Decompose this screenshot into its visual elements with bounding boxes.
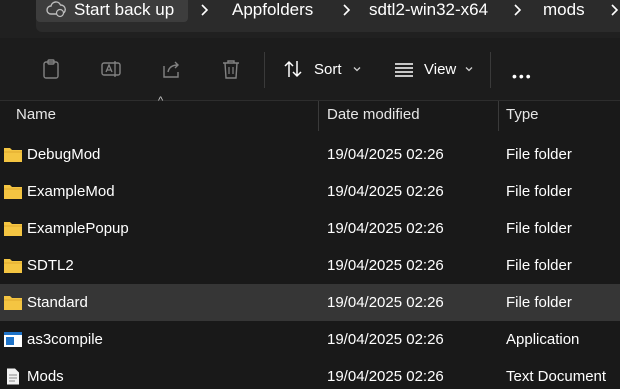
file-date: 19/04/2025 02:26 xyxy=(327,220,444,237)
column-header-date-modified[interactable]: Date modified xyxy=(327,101,420,131)
file-name: SDTL2 xyxy=(27,257,74,274)
chevron-right-icon[interactable] xyxy=(511,3,525,17)
column-resize-handle[interactable] xyxy=(318,101,319,131)
toolbar-divider xyxy=(490,52,491,88)
file-row[interactable]: ExamplePopup 19/04/2025 02:26 File folde… xyxy=(0,210,620,247)
chevron-right-icon[interactable] xyxy=(198,3,212,17)
address-bar: Start back up Appfolders sdtl2-win32-x64… xyxy=(0,0,620,38)
file-date: 19/04/2025 02:26 xyxy=(327,294,444,311)
file-row[interactable]: Mods 19/04/2025 02:26 Text Document xyxy=(0,358,620,389)
view-button[interactable]: View xyxy=(393,54,474,84)
file-row[interactable]: DebugMod 19/04/2025 02:26 File folder xyxy=(0,136,620,173)
file-type: Text Document xyxy=(506,368,607,385)
sort-button[interactable]: Sort xyxy=(282,54,362,84)
rename-icon[interactable] xyxy=(100,58,122,80)
chevron-down-icon xyxy=(353,67,360,72)
more-options-button[interactable]: ••• xyxy=(512,68,533,84)
file-row-selected[interactable]: Standard 19/04/2025 02:26 File folder xyxy=(0,284,620,321)
column-header-type[interactable]: Type xyxy=(506,101,539,131)
file-type: File folder xyxy=(506,294,572,311)
application-icon xyxy=(4,332,22,347)
text-document-icon xyxy=(7,368,19,385)
backup-cloud-icon xyxy=(46,1,66,18)
file-row[interactable]: ExampleMod 19/04/2025 02:26 File folder xyxy=(0,173,620,210)
folder-icon xyxy=(4,296,22,310)
file-date: 19/04/2025 02:26 xyxy=(327,183,444,200)
chevron-right-icon[interactable] xyxy=(608,3,620,17)
sort-ascending-icon: ^ xyxy=(158,95,164,107)
folder-icon xyxy=(4,148,22,162)
file-date: 19/04/2025 02:26 xyxy=(327,368,444,385)
file-date: 19/04/2025 02:26 xyxy=(327,146,444,163)
file-date: 19/04/2025 02:26 xyxy=(327,257,444,274)
file-type: File folder xyxy=(506,183,572,200)
file-name: DebugMod xyxy=(27,146,101,163)
folder-icon xyxy=(4,222,22,236)
column-header: ^ Name Date modified Type xyxy=(0,95,620,131)
breadcrumb-item-mods[interactable]: mods xyxy=(543,0,585,20)
sort-icon xyxy=(284,60,302,78)
file-name: ExampleMod xyxy=(27,183,115,200)
file-name: ExamplePopup xyxy=(27,220,129,237)
toolbar-divider xyxy=(264,52,265,88)
file-name: as3compile xyxy=(27,331,103,348)
file-row[interactable]: as3compile 19/04/2025 02:26 Application xyxy=(0,321,620,358)
file-name: Mods xyxy=(27,368,64,385)
folder-icon xyxy=(4,185,22,199)
file-type: File folder xyxy=(506,220,572,237)
breadcrumb-label: Start back up xyxy=(74,0,175,19)
file-date: 19/04/2025 02:26 xyxy=(327,331,444,348)
breadcrumb[interactable]: Start back up Appfolders sdtl2-win32-x64… xyxy=(36,0,620,32)
file-type: Application xyxy=(506,331,580,348)
file-name: Standard xyxy=(27,294,88,311)
delete-icon[interactable] xyxy=(220,58,242,80)
chevron-down-icon xyxy=(465,67,473,72)
view-label: View xyxy=(424,60,457,78)
column-header-name[interactable]: Name xyxy=(16,101,56,131)
command-bar: Sort View ••• xyxy=(0,38,620,101)
paste-icon[interactable] xyxy=(40,58,62,80)
breadcrumb-item-appfolders[interactable]: Appfolders xyxy=(232,0,313,20)
sort-label: Sort xyxy=(314,60,342,78)
breadcrumb-item-sdtl2-win32-x64[interactable]: sdtl2-win32-x64 xyxy=(369,0,488,20)
file-type: File folder xyxy=(506,257,572,274)
file-type: File folder xyxy=(506,146,572,163)
folder-icon xyxy=(4,259,22,273)
view-list-icon xyxy=(395,63,413,77)
file-list: DebugMod 19/04/2025 02:26 File folder Ex… xyxy=(0,136,620,389)
column-resize-handle[interactable] xyxy=(498,101,499,131)
file-row[interactable]: SDTL2 19/04/2025 02:26 File folder xyxy=(0,247,620,284)
share-icon[interactable] xyxy=(160,58,182,80)
breadcrumb-item-start-back-up[interactable]: Start back up xyxy=(36,0,188,22)
chevron-right-icon[interactable] xyxy=(340,3,354,17)
